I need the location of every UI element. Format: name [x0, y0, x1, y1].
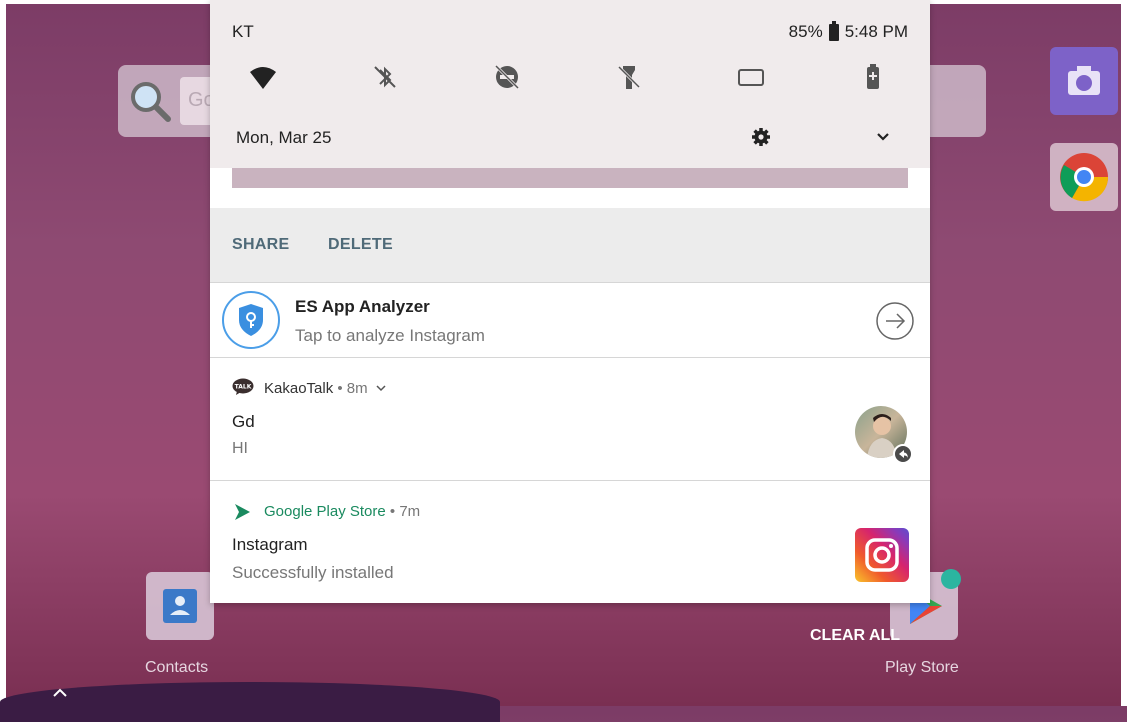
notification-shade: KT 85% 5:48 PM Mon, Mar 25 SHARE DELETE …: [210, 0, 930, 603]
carrier-name: KT: [232, 22, 254, 41]
camera-app-icon[interactable]: [1050, 47, 1118, 115]
kakaotalk-icon: TALK: [232, 378, 254, 395]
chevron-down-icon[interactable]: [375, 383, 387, 393]
playstore-text: Successfully installed: [232, 563, 394, 582]
chevron-up-icon[interactable]: [50, 684, 70, 700]
playstore-time: • 7m: [389, 503, 421, 520]
instagram-app-icon: [855, 528, 909, 582]
share-button[interactable]: SHARE: [232, 236, 290, 254]
shield-key-icon: [239, 304, 263, 336]
instagram-icon: [865, 538, 899, 572]
screen-border-left: [0, 0, 6, 706]
chevron-down-icon[interactable]: [874, 130, 892, 144]
contacts-label: Contacts: [145, 659, 209, 676]
playstore-label: Play Store: [885, 659, 959, 676]
notification-dot: [941, 569, 961, 589]
camera-icon: [1068, 66, 1100, 95]
battery-percent: 85%: [788, 22, 823, 41]
delete-button[interactable]: DELETE: [328, 236, 393, 254]
battery-saver-icon[interactable]: [858, 62, 888, 92]
es-notification[interactable]: ES App Analyzer Tap to analyze Instagram: [210, 283, 930, 357]
contacts-app-icon[interactable]: [146, 572, 214, 640]
flashlight-off-icon[interactable]: [614, 62, 644, 92]
play-store-icon: [235, 504, 250, 520]
kakaotalk-time: • 8m: [337, 380, 368, 397]
es-app-icon: [222, 291, 280, 349]
date-label: Mon, Mar 25: [236, 128, 332, 147]
expanded-image-preview: [232, 168, 908, 188]
clock: 5:48 PM: [844, 22, 908, 41]
chrome-app-icon[interactable]: [1050, 143, 1118, 211]
es-title: ES App Analyzer: [295, 297, 430, 316]
notification-actions: SHARE DELETE: [210, 208, 930, 282]
clear-all-button[interactable]: CLEAR ALL: [810, 627, 900, 645]
quick-settings-panel: KT 85% 5:48 PM Mon, Mar 25: [210, 0, 930, 168]
screen-rotate-icon[interactable]: [736, 62, 766, 92]
chrome-icon: [1060, 153, 1109, 202]
reply-icon[interactable]: [893, 444, 913, 464]
kakaotalk-app-name: KakaoTalk: [264, 380, 334, 397]
svg-text:TALK: TALK: [235, 384, 252, 391]
kakaotalk-header: KakaoTalk • 8m: [264, 380, 387, 397]
arrow-right-icon[interactable]: [875, 301, 915, 341]
search-icon: [131, 82, 171, 122]
kakaotalk-message: HI: [232, 440, 248, 457]
playstore-header: Google Play Store • 7m: [264, 503, 420, 520]
status-right: 85% 5:48 PM: [788, 20, 908, 42]
playstore-title: Instagram: [232, 535, 308, 554]
wifi-icon[interactable]: [248, 62, 278, 92]
gear-icon[interactable]: [750, 126, 772, 148]
bluetooth-off-icon[interactable]: [370, 62, 400, 92]
wallpaper-hill: [0, 682, 500, 722]
battery-icon: [828, 20, 839, 41]
es-subtitle: Tap to analyze Instagram: [295, 326, 485, 345]
do-not-disturb-off-icon[interactable]: [492, 62, 522, 92]
kakaotalk-sender: Gd: [232, 412, 255, 431]
playstore-notification[interactable]: Google Play Store • 7m Instagram Success…: [210, 481, 930, 603]
kakaotalk-notification[interactable]: TALK KakaoTalk • 8m Gd HI: [210, 358, 930, 480]
playstore-app-name: Google Play Store: [264, 503, 386, 520]
contacts-icon: [163, 589, 197, 623]
screen-border-right: [1121, 0, 1127, 706]
